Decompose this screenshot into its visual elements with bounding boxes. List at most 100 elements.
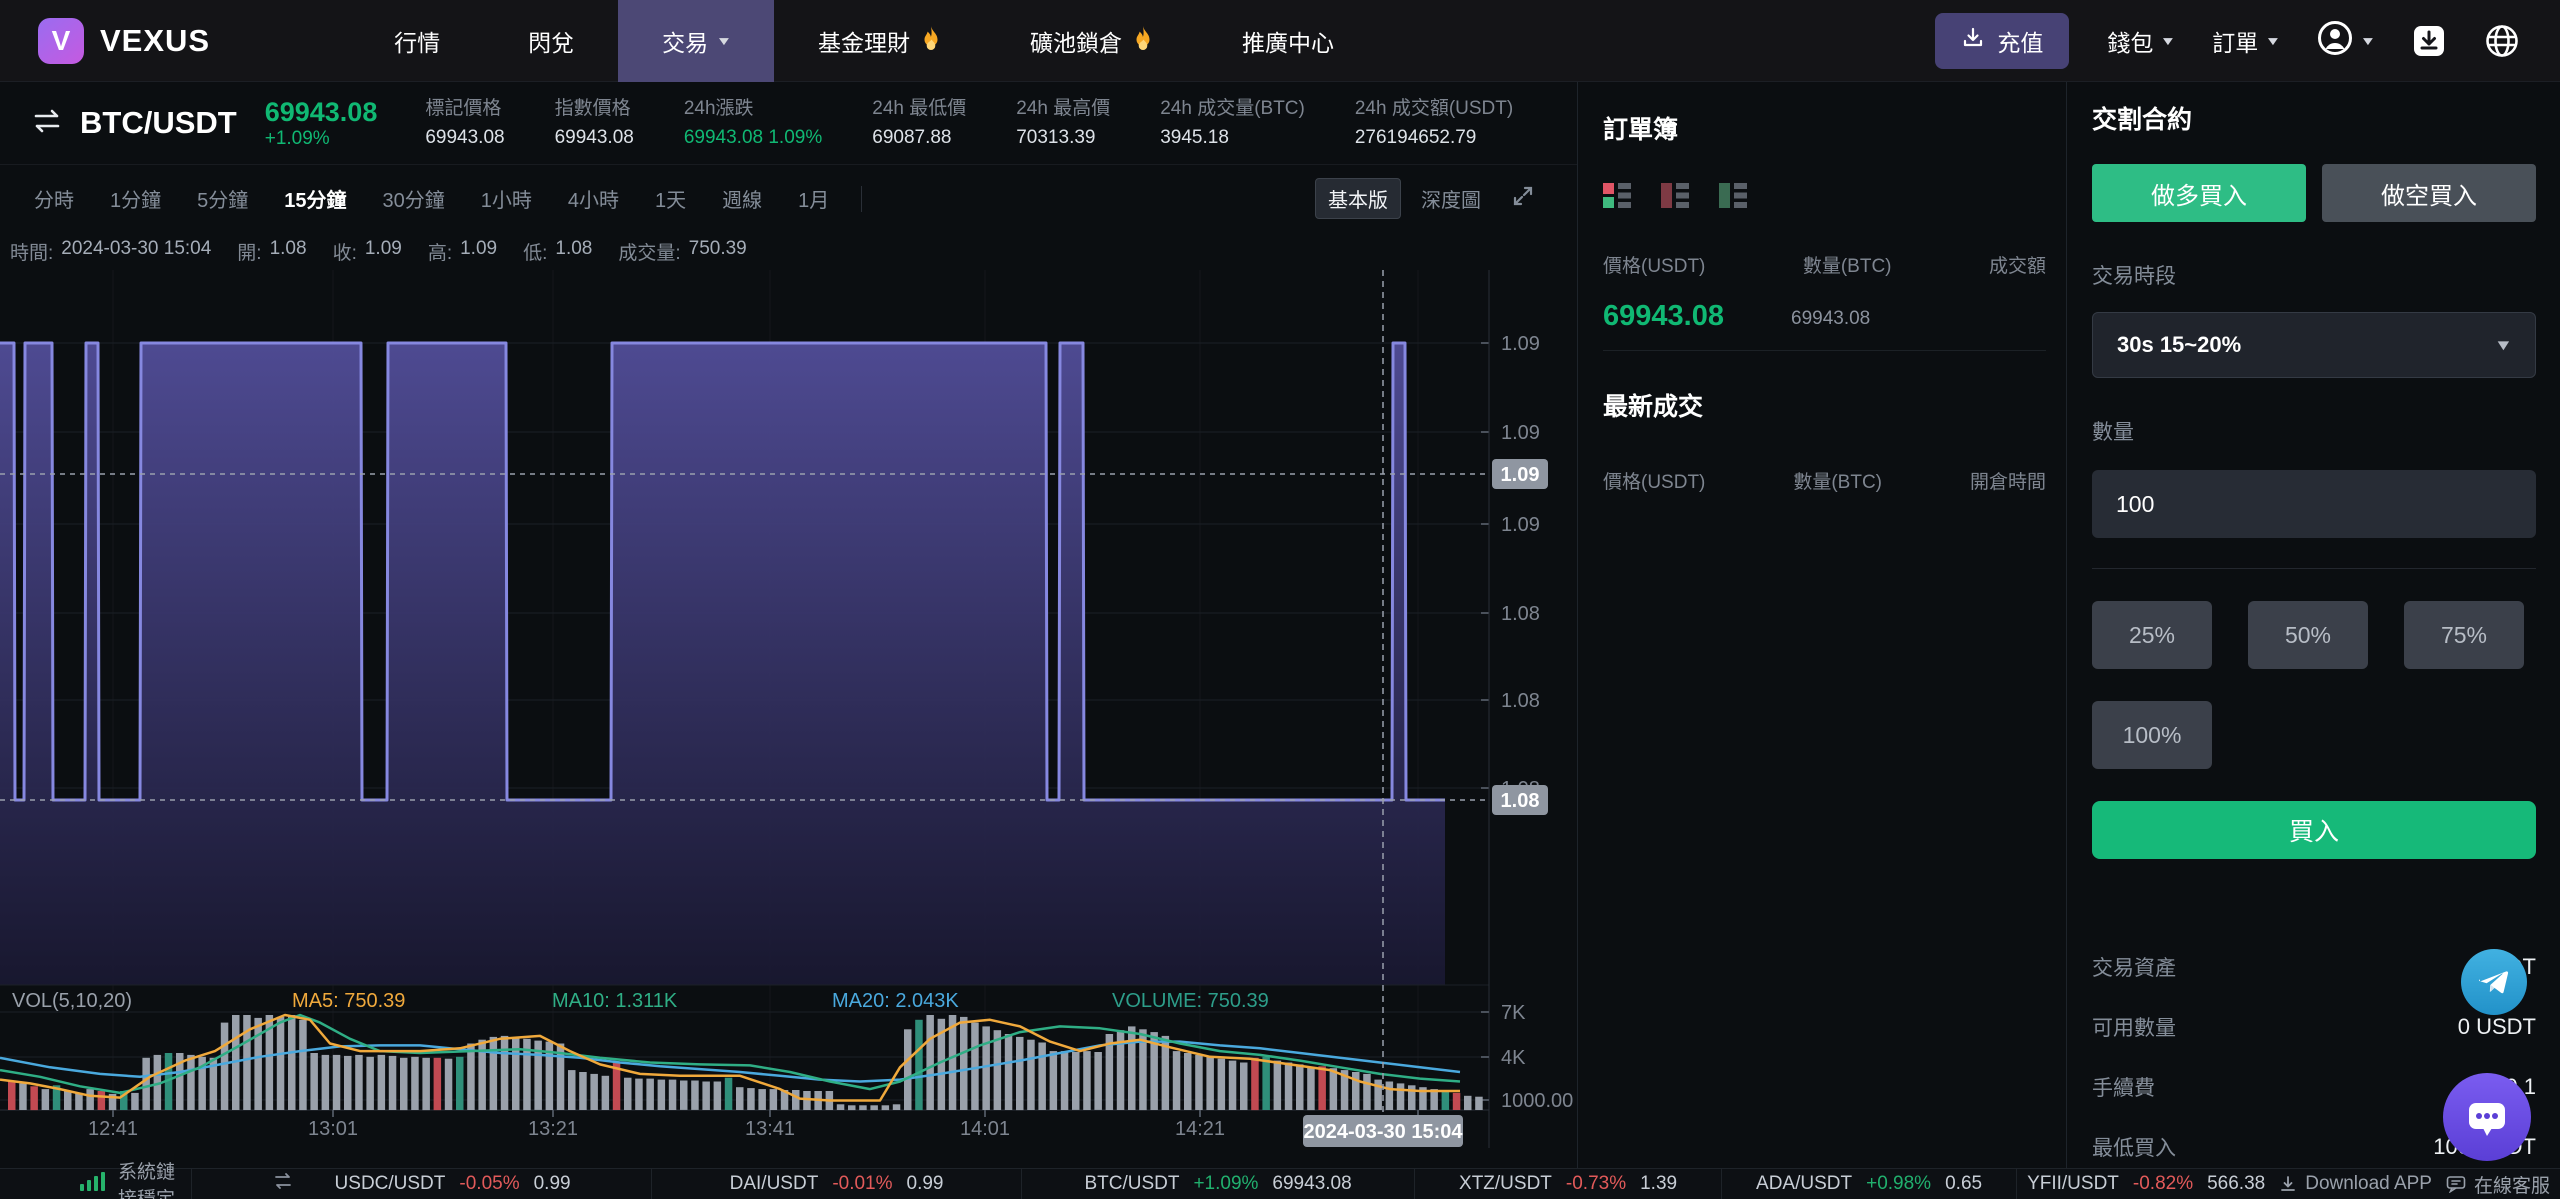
- percent-buttons-row2: 100%: [2092, 701, 2536, 769]
- nav-item-行情[interactable]: 行情: [350, 0, 484, 82]
- timeframe-4小時[interactable]: 4小時: [550, 184, 637, 213]
- deposit-tray-icon: [1961, 26, 1985, 56]
- orderbook-layout-icons: [1603, 182, 2046, 215]
- footer-ticker-section: BTC/USDT +1.09% 69943.08: [1021, 1169, 1414, 1199]
- ohlc-text: 收:: [332, 242, 357, 264]
- status-text: 系統鏈接穩定: [118, 1162, 176, 1199]
- ohlc-item: 時間: 2024-03-30 15:04: [10, 238, 211, 265]
- orderbook-header: 成交額: [1988, 256, 2046, 277]
- nav-item-推廣中心[interactable]: 推廣中心: [1198, 0, 1378, 82]
- stat-label: 標記價格: [425, 97, 502, 119]
- nav-item-閃兌[interactable]: 閃兌: [484, 0, 618, 82]
- nav-item-基金理財[interactable]: 基金理財: [774, 0, 986, 82]
- view-basic-button[interactable]: 基本版: [1315, 178, 1401, 219]
- divider: [861, 185, 863, 212]
- long-buy-button[interactable]: 做多買入: [2092, 164, 2306, 222]
- amount-input[interactable]: [2092, 470, 2536, 538]
- timeframe-1小時[interactable]: 1小時: [463, 184, 550, 213]
- percent-button-100%[interactable]: 100%: [2092, 701, 2212, 769]
- footer-ticker[interactable]: XTZ/USDT -0.73% 1.39: [1459, 1173, 1677, 1195]
- percent-button-25%[interactable]: 25%: [2092, 601, 2212, 669]
- brand[interactable]: V VEXUS: [38, 17, 211, 64]
- period-select[interactable]: 30s 15~20% ▼: [2092, 312, 2536, 378]
- orders-label: 訂單: [2212, 29, 2259, 56]
- wallet-menu[interactable]: 錢包 ▼: [2107, 24, 2176, 58]
- pair-selector[interactable]: BTC/USDT: [30, 105, 237, 141]
- orderbook-bids-icon[interactable]: [1719, 182, 1751, 215]
- footer-ticker[interactable]: USDC/USDT -0.05% 0.99: [335, 1173, 571, 1195]
- svg-text:1.09: 1.09: [1501, 514, 1540, 536]
- timeframe-週線[interactable]: 週線: [704, 184, 780, 213]
- footer-pair-change: -0.73%: [1565, 1173, 1627, 1194]
- customer-service-icon[interactable]: [2443, 1073, 2531, 1161]
- timeframe-1月[interactable]: 1月: [780, 184, 847, 213]
- timeframe-1分鐘[interactable]: 1分鐘: [92, 184, 179, 213]
- orderbook-title: 訂單簿: [1603, 116, 1679, 144]
- chart-view-toggle: 基本版 深度圖: [1315, 178, 1535, 219]
- swap-pairs-icon[interactable]: [273, 1172, 293, 1196]
- download-app-label: Download APP: [2305, 1173, 2432, 1194]
- ohlc-item: 低: 1.08: [523, 238, 592, 265]
- svg-text:VOL(5,10,20): VOL(5,10,20): [12, 990, 132, 1012]
- ohlc-text: 1.08: [269, 237, 307, 259]
- buy-button[interactable]: 買入: [2092, 801, 2536, 859]
- footer-pair-change: -0.01%: [832, 1173, 893, 1194]
- ohlc-text: 開:: [237, 242, 262, 264]
- globe-icon[interactable]: [2484, 23, 2520, 59]
- brand-name: VEXUS: [100, 22, 211, 58]
- trading-app: V VEXUS 行情 閃兌 交易 ▼ 基金理財 礦池鎖倉 推廣中心 充值 錢包 ▼ 訂單 ▼ ▼: [0, 0, 2560, 1199]
- footer-ticker-section: ADA/USDT +0.98% 0.65: [1721, 1169, 2016, 1199]
- timeframe-15分鐘[interactable]: 15分鐘: [266, 184, 364, 213]
- nav-item-礦池鎖倉[interactable]: 礦池鎖倉: [986, 0, 1198, 82]
- footer-tickers: USDC/USDT -0.05% 0.99 DAI/USDT -0.01% 0.99 BTC…: [191, 1169, 2560, 1199]
- footer-pair-change: +0.98%: [1866, 1173, 1932, 1194]
- percent-buttons: 25% 50% 75%: [2092, 601, 2536, 669]
- side-buttons: 做多買入 做空買入: [2092, 164, 2536, 222]
- footer-pair-name: USDC/USDT: [334, 1173, 446, 1194]
- nav-item-label: 礦池鎖倉: [1030, 29, 1122, 56]
- ticker-stat: 24h漲跌 69943.08 1.09%: [684, 94, 822, 153]
- download-app-icon[interactable]: [2412, 24, 2446, 58]
- trades-header: 數量(BTC): [1793, 472, 1883, 493]
- view-depth-button[interactable]: 深度圖: [1409, 179, 1493, 218]
- svg-text:1.09: 1.09: [1501, 464, 1540, 486]
- chart-section: BTC/USDT 69943.08 +1.09% 標記價格 69943.08 指數價…: [0, 82, 1577, 1168]
- percent-button-50%[interactable]: 50%: [2248, 601, 2368, 669]
- orderbook-both-icon[interactable]: [1603, 182, 1635, 215]
- nav-item-label: 行情: [394, 29, 441, 56]
- footer-ticker[interactable]: DAI/USDT -0.01% 0.99: [730, 1173, 944, 1195]
- stat-label: 24h 成交額(USDT): [1354, 97, 1514, 119]
- nav-item-交易[interactable]: 交易 ▼: [618, 0, 774, 82]
- footer-pair-price: 1.39: [1640, 1173, 1678, 1194]
- timeframe-5分鐘[interactable]: 5分鐘: [179, 184, 266, 213]
- timeframe-30分鐘[interactable]: 30分鐘: [365, 184, 463, 213]
- swap-icon: [30, 106, 64, 141]
- fullscreen-icon[interactable]: [1511, 184, 1535, 213]
- svg-text:MA10: 1.311K: MA10: 1.311K: [552, 990, 678, 1012]
- ticker-stat: 24h 最低價 69087.88: [872, 94, 966, 153]
- stat-value: 70313.39: [1016, 127, 1096, 148]
- footer-ticker[interactable]: ADA/USDT +0.98% 0.65: [1756, 1173, 1982, 1195]
- timeframe-1天[interactable]: 1天: [637, 184, 704, 213]
- telegram-icon[interactable]: [2461, 949, 2527, 1015]
- timeframe-分時[interactable]: 分時: [16, 184, 92, 213]
- ticker-stat: 指數價格 69943.08: [555, 94, 634, 153]
- ohlc-text: 高:: [427, 242, 453, 264]
- short-buy-button[interactable]: 做空買入: [2322, 164, 2536, 222]
- download-app-link[interactable]: Download APP: [2279, 1173, 2432, 1195]
- profile-menu[interactable]: ▼: [2317, 20, 2376, 62]
- price-chart[interactable]: 1.091.091.091.081.081.081.091.087K4K1000…: [0, 270, 1577, 1168]
- online-support-link[interactable]: 在線客服: [2446, 1171, 2550, 1198]
- amount-label: 數量: [2092, 421, 2134, 444]
- footer-ticker-section: YFII/USDT -0.82% 566.38 Download APP 在線客服: [2016, 1169, 2560, 1199]
- footer-ticker[interactable]: BTC/USDT +1.09% 69943.08: [1084, 1173, 1351, 1195]
- footer-pair-change: -0.05%: [459, 1173, 520, 1194]
- deposit-button[interactable]: 充值: [1935, 12, 2070, 69]
- stat-label: 24h 成交量(BTC): [1160, 97, 1305, 119]
- orders-menu[interactable]: 訂單 ▼: [2212, 24, 2281, 58]
- ticker-stat: 標記價格 69943.08: [425, 94, 504, 153]
- orderbook-asks-icon[interactable]: [1661, 182, 1693, 215]
- percent-button-75%[interactable]: 75%: [2404, 601, 2524, 669]
- footer-ticker[interactable]: YFII/USDT -0.82% 566.38: [2027, 1173, 2265, 1195]
- asset-row-label: 可用數量: [2092, 1017, 2176, 1040]
